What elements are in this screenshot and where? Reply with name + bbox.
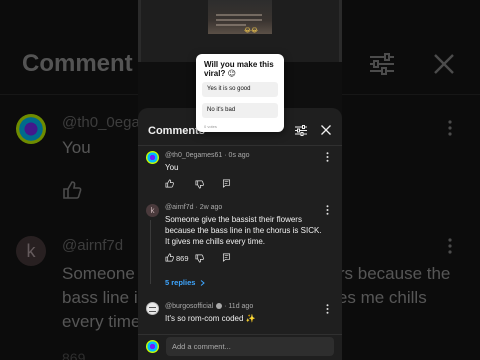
avatar <box>146 340 159 353</box>
video-thumbnail: 😂😂 <box>208 0 272 34</box>
poll-option-no[interactable]: No it's bad <box>202 103 278 118</box>
more-vert-icon[interactable] <box>326 304 329 314</box>
video-player[interactable]: 😂😂 <box>138 0 342 62</box>
poll-option-yes[interactable]: Yes it is so good <box>202 82 278 97</box>
close-icon[interactable] <box>320 124 332 136</box>
thumb-up-icon[interactable] <box>165 179 174 188</box>
poll-question: Will you make this viral? 😉 <box>204 60 274 78</box>
view-replies-button[interactable]: 5 replies <box>165 278 195 287</box>
thumb-up-icon[interactable] <box>165 253 174 262</box>
poll-card: Will you make this viral? 😉 Yes it is so… <box>196 54 284 132</box>
chevron-right-icon <box>200 280 205 286</box>
video-edge <box>339 0 342 62</box>
comment-handle[interactable]: @airnf7d <box>165 204 194 211</box>
video-caption-line <box>216 19 262 21</box>
thumb-down-icon[interactable] <box>195 254 204 263</box>
more-vert-icon[interactable] <box>326 205 329 215</box>
poll-footer: 0 votes <box>204 124 217 129</box>
comment-time: 2w ago <box>199 204 223 211</box>
verified-icon <box>216 303 223 309</box>
comment-text: You <box>165 163 179 172</box>
comment-meta: @airnf7d · 2w ago <box>165 204 222 211</box>
comment-handle[interactable]: @th0_0egames61 <box>165 152 222 159</box>
avatar[interactable]: k <box>146 204 159 217</box>
more-vert-icon[interactable] <box>326 152 329 162</box>
thumb-down-icon[interactable] <box>195 180 204 189</box>
avatar[interactable] <box>146 151 159 164</box>
comment-input[interactable]: Add a comment... <box>166 337 334 356</box>
like-count: 869 <box>176 254 189 263</box>
thread-line <box>150 220 151 284</box>
comment-time: 0s ago <box>228 152 250 159</box>
comment-text: Someone give the bassist their flowers b… <box>165 215 322 246</box>
video-edge <box>138 0 141 62</box>
video-caption-line <box>216 14 262 16</box>
reply-icon[interactable] <box>222 253 231 262</box>
filter-icon[interactable] <box>295 125 307 136</box>
video-caption-emoji: 😂😂 <box>244 28 259 34</box>
comment-meta: @th0_0egames61 · 0s ago <box>165 152 250 159</box>
comment-meta: @burgosofficial · 11d ago <box>165 303 253 310</box>
reply-icon[interactable] <box>222 179 231 188</box>
avatar[interactable] <box>146 302 159 315</box>
video-caption-line <box>216 24 246 26</box>
comment-time: 11d ago <box>228 303 254 310</box>
comment-text: It's so rom-com coded ✨ <box>165 314 256 323</box>
divider <box>138 145 342 146</box>
comment-handle[interactable]: @burgosofficial <box>165 303 213 310</box>
